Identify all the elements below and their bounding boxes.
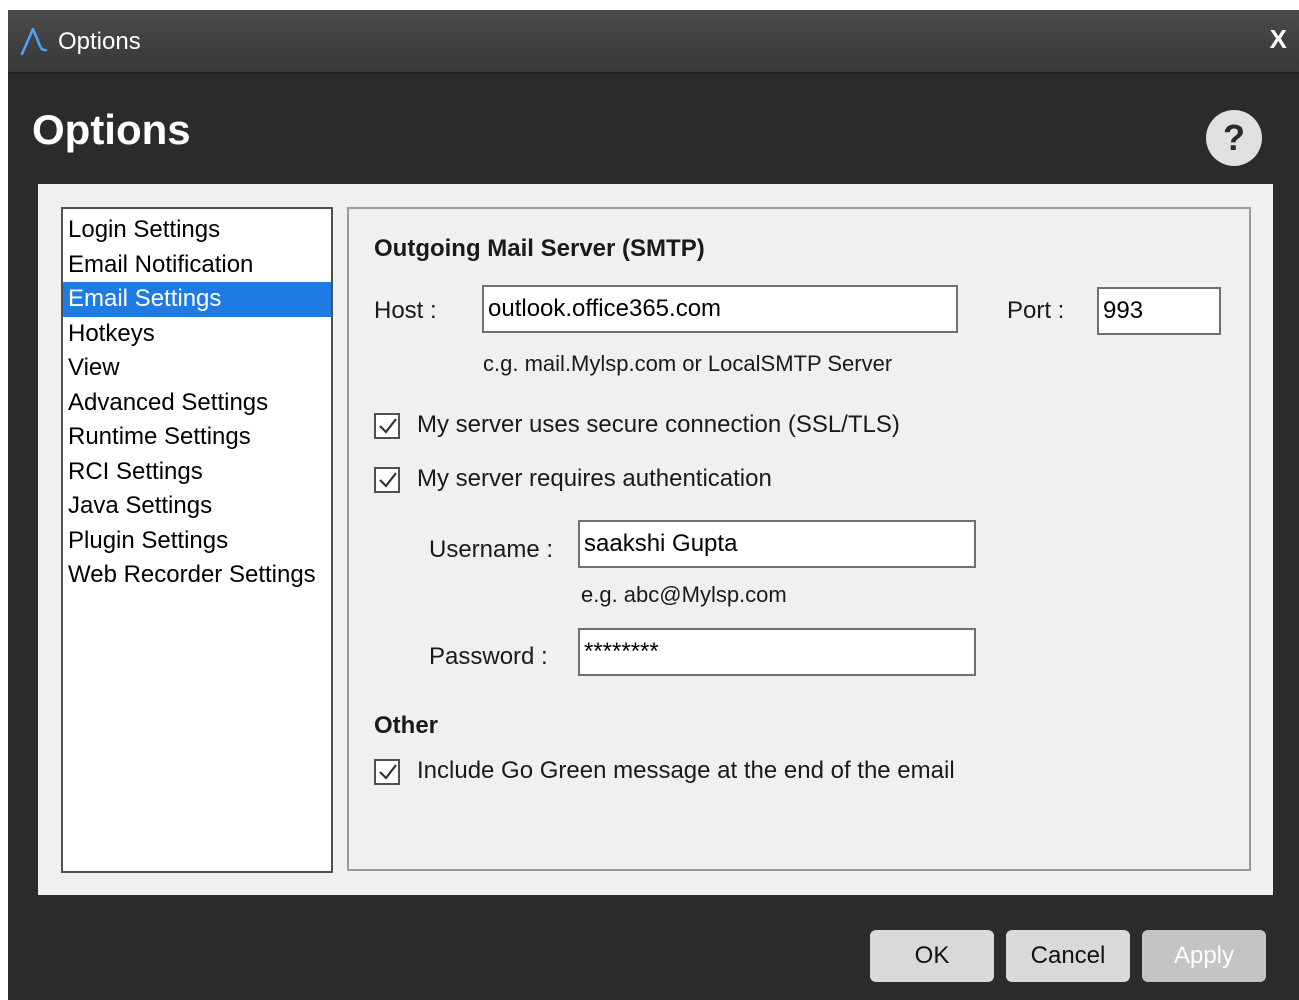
port-label: Port :: [1007, 297, 1065, 324]
ok-button[interactable]: OK: [870, 930, 994, 982]
email-settings-panel: Outgoing Mail Server (SMTP) Host : Port …: [347, 207, 1251, 871]
nav-item-plugin-settings[interactable]: Plugin Settings: [63, 524, 331, 559]
help-button[interactable]: ?: [1206, 110, 1262, 166]
nav-item-email-settings[interactable]: Email Settings: [63, 282, 331, 317]
page-title: Options: [32, 106, 191, 153]
password-label: Password :: [429, 643, 548, 670]
settings-nav-list: Login Settings Email Notification Email Se…: [61, 207, 333, 873]
window-title: Options: [58, 28, 141, 55]
ssl-label[interactable]: My server uses secure connection (SSL/TL…: [417, 411, 900, 439]
app-logo-icon: [18, 26, 48, 56]
question-mark-icon: ?: [1223, 117, 1245, 158]
checkmark-icon: [379, 418, 397, 434]
nav-item-java-settings[interactable]: Java Settings: [63, 489, 331, 524]
options-window: Options X Options ? Login Settings Email …: [8, 10, 1299, 1000]
auth-checkbox[interactable]: [374, 467, 400, 493]
password-input[interactable]: [578, 628, 976, 676]
nav-item-view[interactable]: View: [63, 351, 331, 386]
nav-item-hotkeys[interactable]: Hotkeys: [63, 317, 331, 352]
ssl-checkbox[interactable]: [374, 413, 400, 439]
nav-item-email-notification[interactable]: Email Notification: [63, 248, 331, 283]
username-input[interactable]: [578, 520, 976, 568]
go-green-label[interactable]: Include Go Green message at the end of t…: [417, 757, 955, 785]
nav-item-advanced-settings[interactable]: Advanced Settings: [63, 386, 331, 421]
port-input[interactable]: [1097, 287, 1221, 335]
username-label: Username :: [429, 536, 554, 563]
content-area: Login Settings Email Notification Email Se…: [38, 184, 1273, 895]
auth-label[interactable]: My server requires authentication: [417, 465, 772, 493]
other-section-title: Other: [374, 712, 439, 739]
nav-item-rci-settings[interactable]: RCI Settings: [63, 455, 331, 490]
host-input[interactable]: [482, 285, 958, 333]
apply-button[interactable]: Apply: [1142, 930, 1266, 982]
username-hint: e.g. abc@Mylsp.com: [581, 582, 787, 607]
checkmark-icon: [379, 472, 397, 488]
smtp-section-title: Outgoing Mail Server (SMTP): [374, 235, 705, 262]
cancel-button[interactable]: Cancel: [1006, 930, 1130, 982]
nav-item-runtime-settings[interactable]: Runtime Settings: [63, 420, 331, 455]
close-button[interactable]: X: [1270, 24, 1287, 54]
title-bar: Options X: [8, 10, 1299, 74]
checkmark-icon: [379, 764, 397, 780]
host-label: Host :: [374, 297, 437, 324]
go-green-checkbox[interactable]: [374, 759, 400, 785]
nav-item-login-settings[interactable]: Login Settings: [63, 213, 331, 248]
nav-item-web-recorder-settings[interactable]: Web Recorder Settings: [63, 558, 331, 593]
host-hint: c.g. mail.Mylsp.com or LocalSMTP Server: [483, 351, 893, 376]
